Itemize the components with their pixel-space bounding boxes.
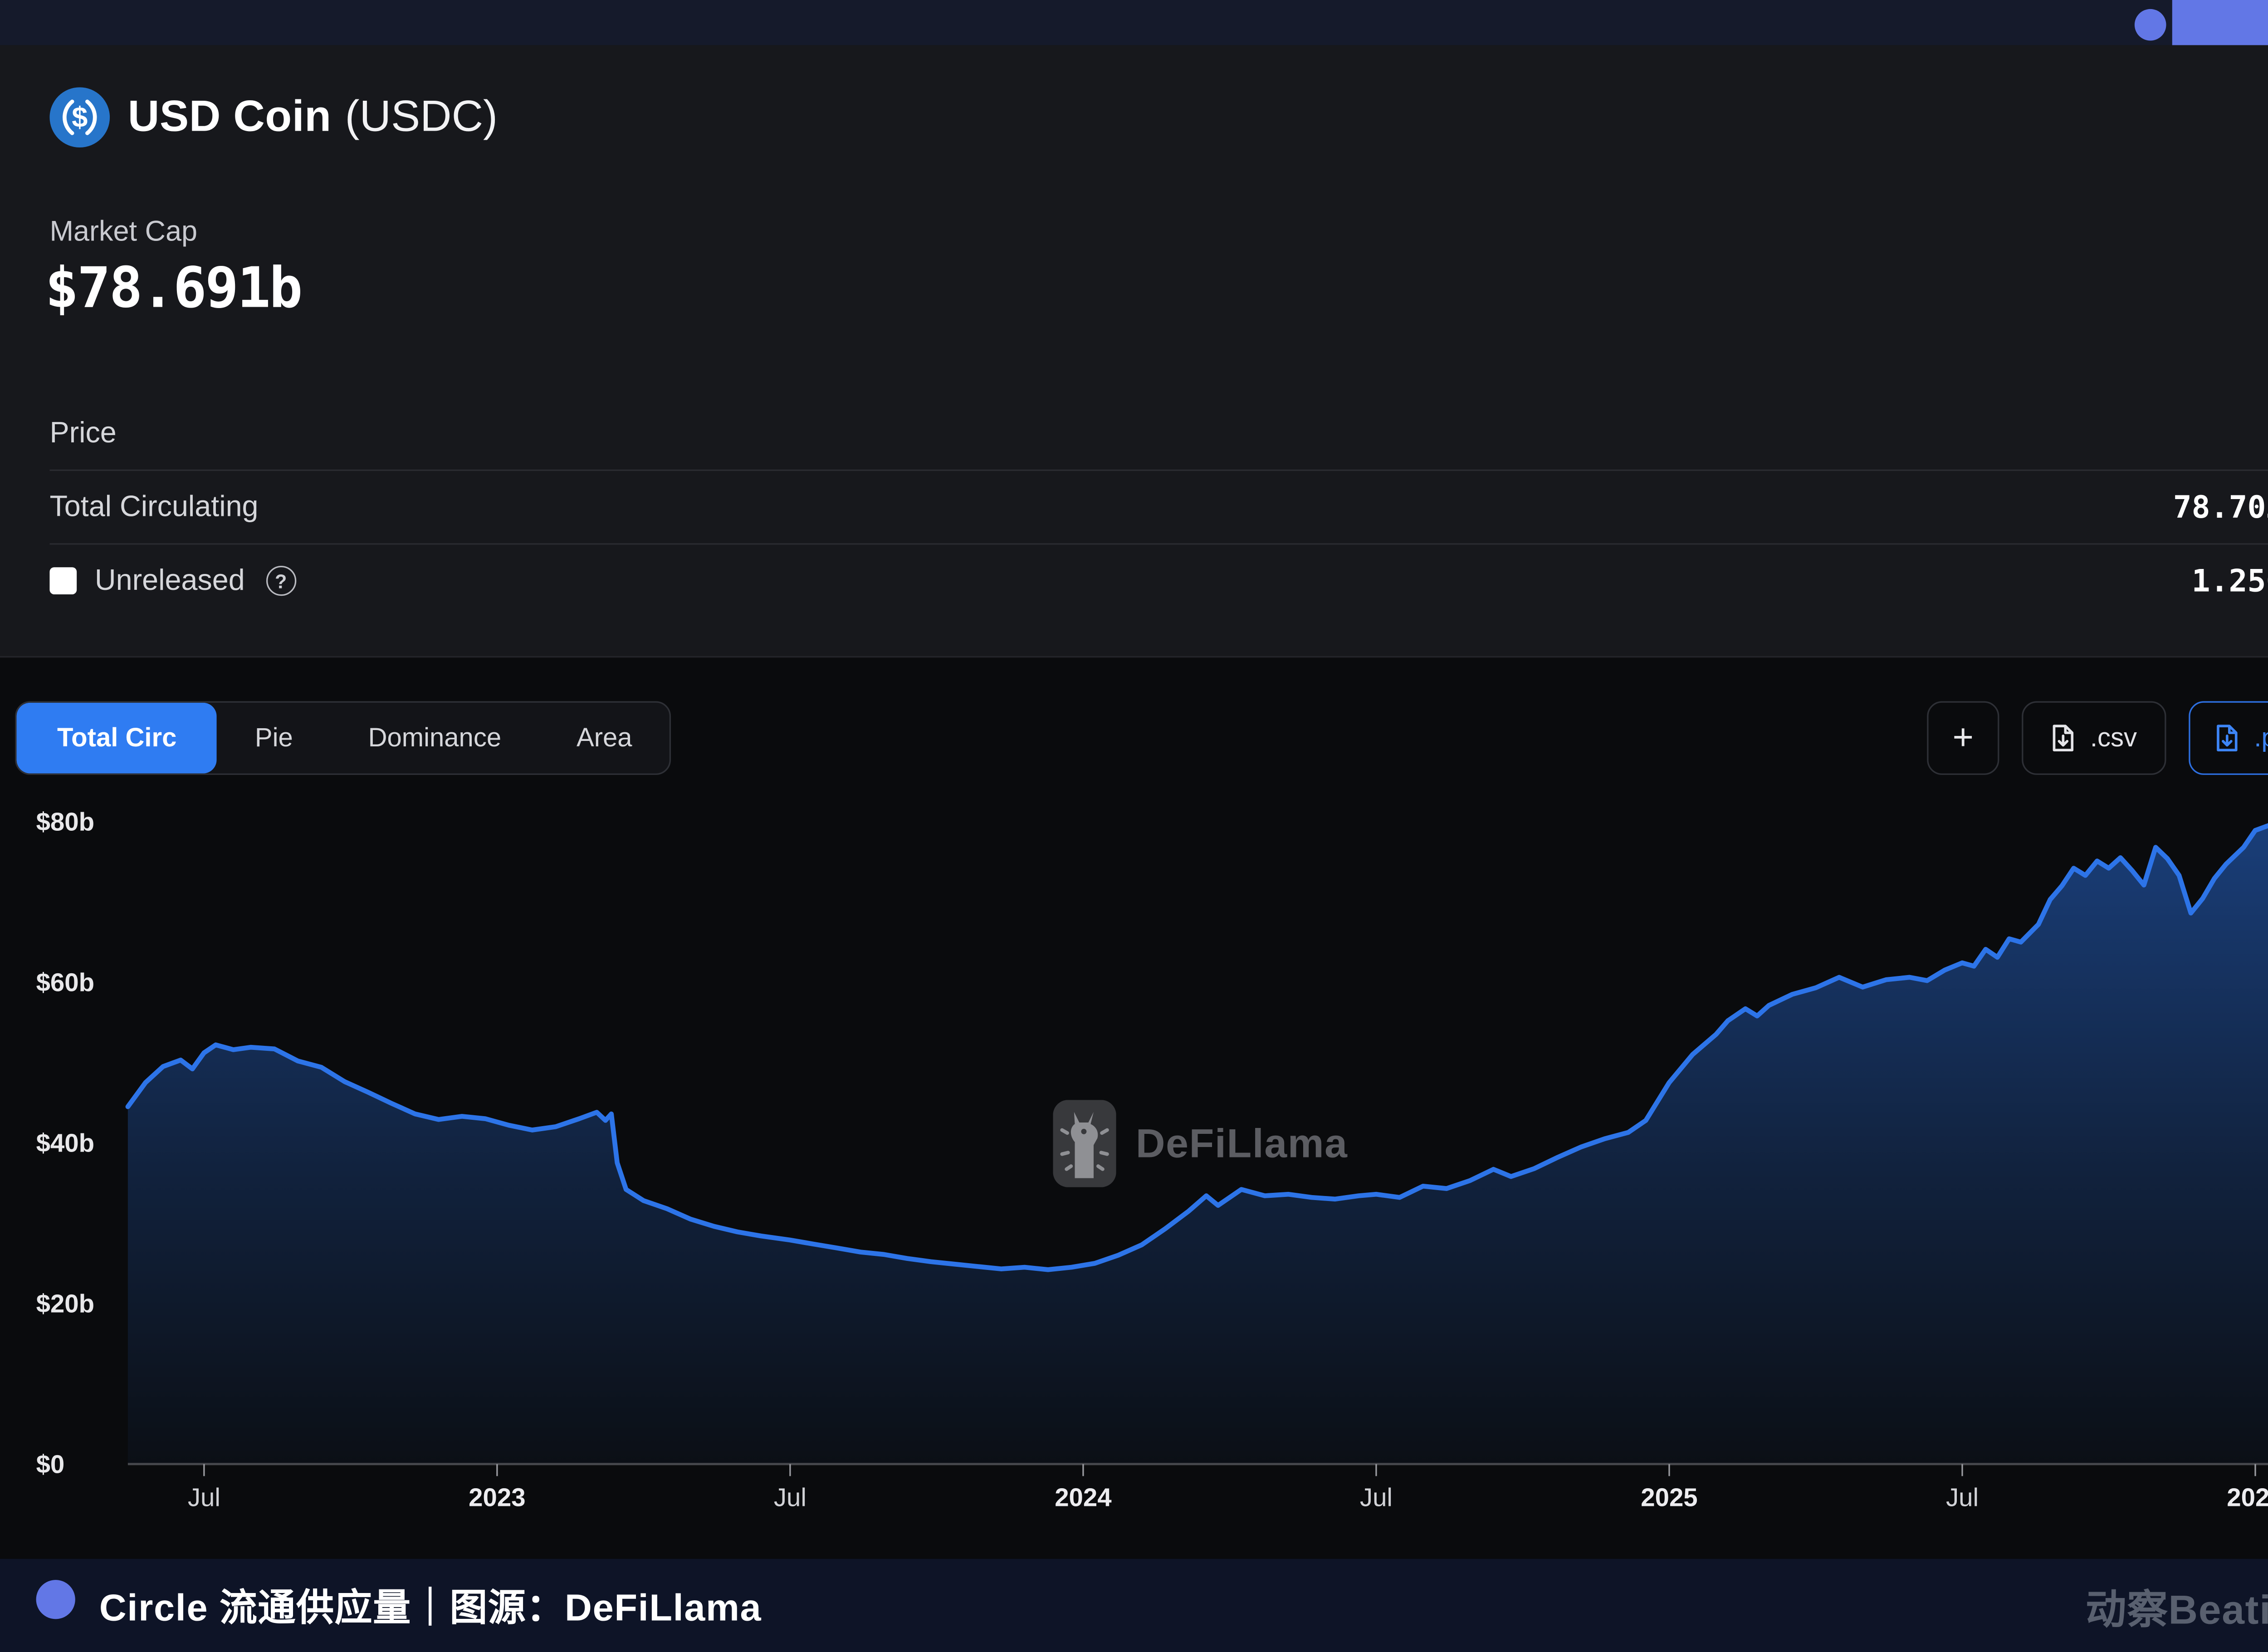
svg-text:Jul: Jul — [188, 1483, 220, 1512]
download-file-icon — [2215, 724, 2240, 752]
svg-text:Jul: Jul — [1946, 1483, 1979, 1512]
svg-text:$80b: $80b — [36, 808, 94, 836]
stat-label: Total Circulating — [49, 490, 258, 524]
button-label: .csv — [2090, 722, 2137, 754]
unreleased-checkbox[interactable] — [49, 567, 77, 594]
footer-dot-icon — [36, 1580, 75, 1619]
defillama-watermark: DeFiLlama — [1053, 1100, 1348, 1187]
tab-area[interactable]: Area — [539, 703, 670, 774]
svg-text:$0: $0 — [36, 1450, 65, 1479]
chart-tabs: Total Circ Pie Dominance Area — [15, 701, 671, 775]
stat-label: Unreleased ? — [49, 564, 296, 598]
coin-name: USD Coin — [128, 93, 332, 142]
stat-value: 1.256b — [2192, 563, 2268, 599]
tab-dominance[interactable]: Dominance — [331, 703, 539, 774]
svg-text:2026: 2026 — [2227, 1483, 2268, 1512]
button-label: .png — [2254, 722, 2268, 754]
svg-text:$40b: $40b — [36, 1129, 94, 1157]
market-cap-label: Market Cap — [49, 217, 197, 250]
page-title: USD Coin (USDC) — [128, 87, 498, 147]
svg-text:$: $ — [72, 102, 88, 133]
tab-pie[interactable]: Pie — [217, 703, 331, 774]
defillama-llama-icon — [1053, 1100, 1116, 1187]
download-file-icon — [2051, 724, 2077, 752]
coin-ticker: (USDC) — [345, 93, 498, 142]
svg-text:Jul: Jul — [1360, 1483, 1393, 1512]
stat-value: $1 — [2266, 415, 2268, 451]
page: $ USD Coin (USDC) Market Cap $78.691b Pr… — [0, 0, 2268, 1652]
svg-text:2023: 2023 — [469, 1483, 525, 1512]
svg-text:Jul: Jul — [774, 1483, 807, 1512]
stat-row-total-circulating: Total Circulating 78.702b — [49, 471, 2268, 545]
download-csv-button[interactable]: .csv — [2022, 701, 2166, 775]
svg-text:$20b: $20b — [36, 1289, 94, 1318]
stat-row-unreleased: Unreleased ? 1.256b — [49, 545, 2268, 617]
svg-text:2025: 2025 — [1641, 1483, 1697, 1512]
unreleased-label: Unreleased — [95, 564, 245, 598]
stats-table: Price $1 Total Circulating 78.702b Unrel… — [49, 397, 2268, 617]
topbar-rect-decoration — [2172, 0, 2268, 45]
screenshot-viewport: $ USD Coin (USDC) Market Cap $78.691b Pr… — [0, 0, 2268, 1652]
tab-total-circ[interactable]: Total Circ — [16, 703, 217, 774]
help-icon[interactable]: ? — [266, 566, 296, 596]
stat-label: Price — [49, 416, 116, 451]
footer-brand-watermark: 动察Beating — [2086, 1559, 2268, 1652]
download-png-button[interactable]: .png — [2189, 701, 2268, 775]
svg-text:2024: 2024 — [1055, 1483, 1112, 1512]
usdc-coin-icon: $ — [49, 87, 110, 147]
stat-value: 78.702b — [2173, 489, 2268, 525]
svg-text:$60b: $60b — [36, 968, 94, 997]
watermark-text: DeFiLlama — [1136, 1120, 1348, 1167]
stat-row-price: Price $1 — [49, 397, 2268, 471]
footer-caption: Circle 流通供应量｜图源：DeFiLlama — [99, 1559, 762, 1652]
top-bar — [0, 0, 2268, 45]
add-chart-button[interactable]: + — [1927, 701, 1999, 775]
market-cap-value: $78.691b — [45, 256, 301, 321]
topbar-dot-decoration — [2135, 9, 2166, 41]
